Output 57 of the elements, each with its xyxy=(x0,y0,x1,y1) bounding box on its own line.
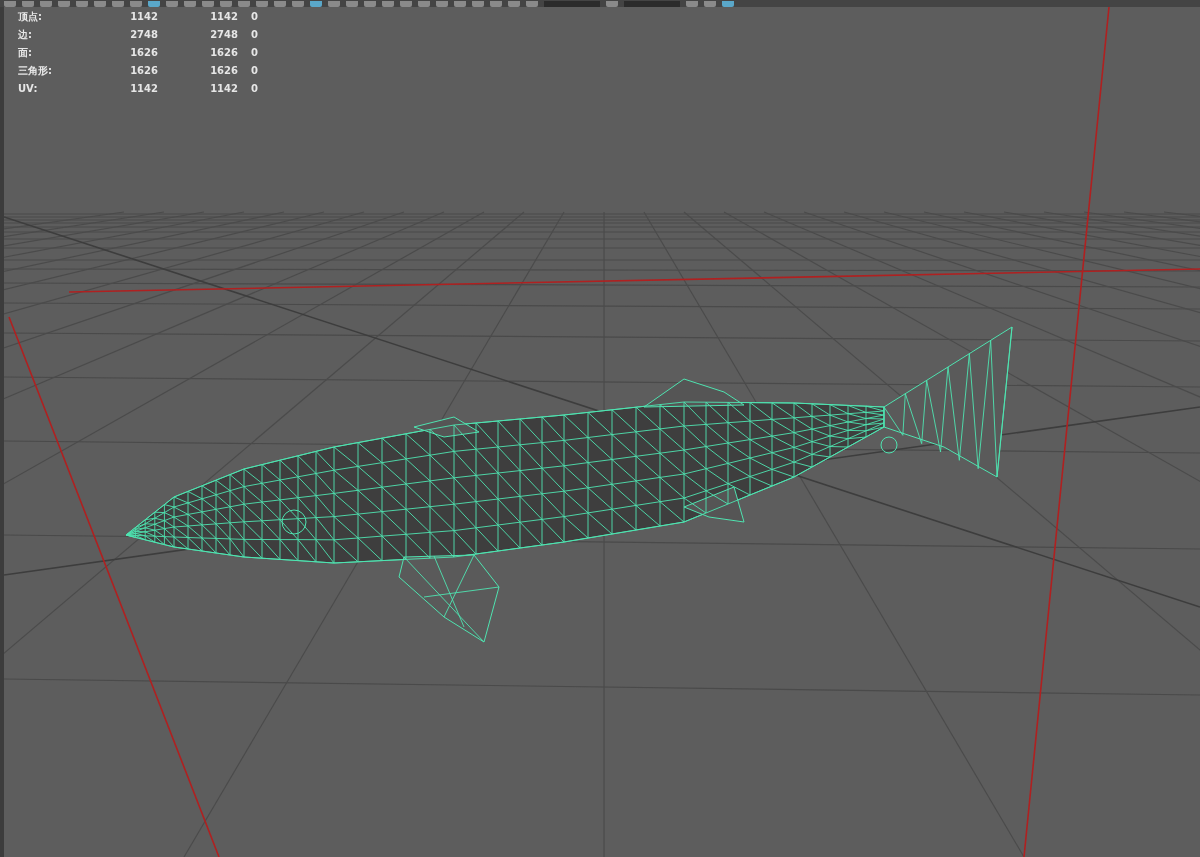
toolbar-icon[interactable] xyxy=(490,1,502,7)
toolbar-icon[interactable] xyxy=(148,1,160,7)
toolbar-icon[interactable] xyxy=(292,1,304,7)
stat-value: 2748 xyxy=(209,28,238,42)
toolbar-icon[interactable] xyxy=(418,1,430,7)
toolbar-icon[interactable] xyxy=(346,1,358,7)
toolbar-icon[interactable] xyxy=(94,1,106,7)
toolbar-icon[interactable] xyxy=(722,1,734,7)
stat-value: 1142 xyxy=(209,82,238,96)
stat-value: 0 xyxy=(250,64,258,78)
toolbar-icon[interactable] xyxy=(704,1,716,7)
toolbar-icon[interactable] xyxy=(202,1,214,7)
toolbar-icon[interactable] xyxy=(130,1,142,7)
toolbar-icon[interactable] xyxy=(508,1,520,7)
number-field[interactable] xyxy=(624,1,680,7)
toolbar-icon[interactable] xyxy=(4,1,16,7)
stat-label: 顶点: xyxy=(18,10,43,24)
stat-value: 2748 xyxy=(129,28,158,42)
stat-value: 0 xyxy=(250,82,258,96)
stat-value: 1142 xyxy=(129,10,158,24)
stat-value: 0 xyxy=(250,10,258,24)
stat-label: 边: xyxy=(18,28,33,42)
stat-value: 1626 xyxy=(129,64,158,78)
toolbar-icon[interactable] xyxy=(166,1,178,7)
toolbar-icon[interactable] xyxy=(112,1,124,7)
stat-label: 面: xyxy=(18,46,33,60)
toolbar-icon[interactable] xyxy=(328,1,340,7)
toolbar-icon[interactable] xyxy=(472,1,484,7)
toolbar-icon[interactable] xyxy=(364,1,376,7)
stat-label: UV: xyxy=(18,82,39,96)
stat-value: 1626 xyxy=(209,46,238,60)
toolbar-icon[interactable] xyxy=(274,1,286,7)
stat-value: 0 xyxy=(250,46,258,60)
toolbar-icon[interactable] xyxy=(22,1,34,7)
toolbar-icon[interactable] xyxy=(436,1,448,7)
stat-value: 1142 xyxy=(209,10,238,24)
toolbar-icon[interactable] xyxy=(256,1,268,7)
toolbar-icon[interactable] xyxy=(40,1,52,7)
toolbar-icon[interactable] xyxy=(382,1,394,7)
toolbar-icon[interactable] xyxy=(526,1,538,7)
viewport[interactable]: 顶点: 1142 1142 0 边: 2748 2748 0 面: 1626 1626 0 三角形: 1626 1626 0 UV: 1142 1142 0 xyxy=(0,7,1200,857)
stat-value: 1626 xyxy=(209,64,238,78)
stat-label: 三角形: xyxy=(18,64,53,78)
number-field[interactable] xyxy=(544,1,600,7)
toolbar-icon[interactable] xyxy=(606,1,618,7)
toolbar-icon[interactable] xyxy=(238,1,250,7)
stat-value: 0 xyxy=(250,28,258,42)
toolbar-icon[interactable] xyxy=(454,1,466,7)
stat-value: 1626 xyxy=(129,46,158,60)
toolbar-icon[interactable] xyxy=(76,1,88,7)
toolbar-icon[interactable] xyxy=(686,1,698,7)
toolbar-icon[interactable] xyxy=(400,1,412,7)
toolbar-icon[interactable] xyxy=(220,1,232,7)
stat-value: 1142 xyxy=(129,82,158,96)
toolbar-icon[interactable] xyxy=(184,1,196,7)
toolbar-icon[interactable] xyxy=(58,1,70,7)
toolbar-icon[interactable] xyxy=(310,1,322,7)
